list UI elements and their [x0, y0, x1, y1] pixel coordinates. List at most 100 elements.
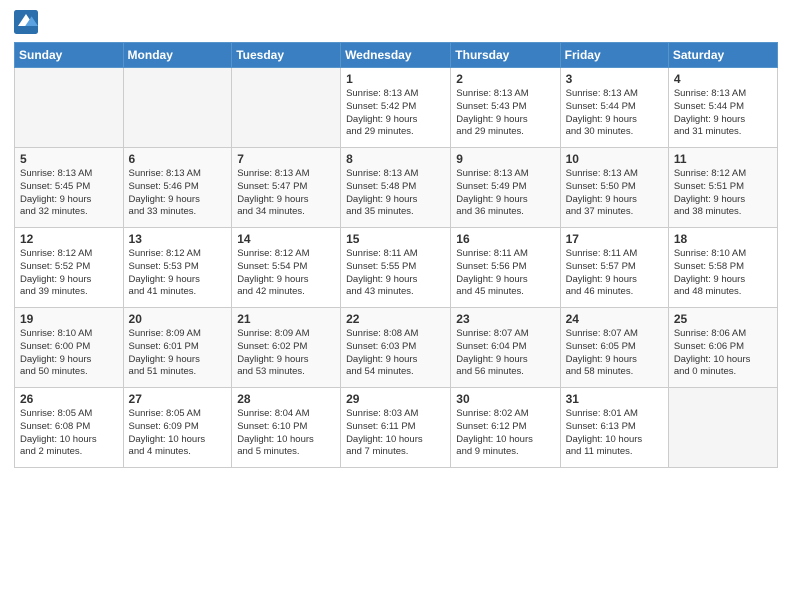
day-info: Sunrise: 8:01 AM Sunset: 6:13 PM Dayligh… [566, 408, 663, 459]
day-info: Sunrise: 8:06 AM Sunset: 6:06 PM Dayligh… [674, 328, 772, 379]
calendar-container: SundayMondayTuesdayWednesdayThursdayFrid… [0, 0, 792, 612]
week-row-2: 5 Sunrise: 8:13 AM Sunset: 5:45 PM Daylig… [15, 148, 778, 228]
day-number: 24 [566, 312, 663, 326]
day-info: Sunrise: 8:03 AM Sunset: 6:11 PM Dayligh… [346, 408, 445, 459]
day-number: 27 [129, 392, 227, 406]
day-info: Sunrise: 8:11 AM Sunset: 5:56 PM Dayligh… [456, 248, 554, 299]
day-info: Sunrise: 8:04 AM Sunset: 6:10 PM Dayligh… [237, 408, 335, 459]
logo [14, 10, 40, 34]
day-cell: 1Sunrise: 8:13 AM Sunset: 5:42 PM Daylig… [341, 68, 451, 148]
day-info: Sunrise: 8:13 AM Sunset: 5:46 PM Dayligh… [129, 168, 227, 219]
week-row-3: 12 Sunrise: 8:12 AM Sunset: 5:52 PM Dayli… [15, 228, 778, 308]
day-info: Sunrise: 8:13 AM Sunset: 5:43 PM Dayligh… [456, 88, 554, 139]
day-info: Sunrise: 8:13 AM Sunset: 5:48 PM Dayligh… [346, 168, 445, 219]
day-number: 12 [20, 232, 118, 246]
day-cell: 2 Sunrise: 8:13 AM Sunset: 5:43 PM Daylig… [451, 68, 560, 148]
logo-icon [14, 10, 38, 34]
weekday-header-saturday: Saturday [668, 43, 777, 68]
weekday-header-friday: Friday [560, 43, 668, 68]
day-cell: 8Sunrise: 8:13 AM Sunset: 5:48 PM Daylig… [341, 148, 451, 228]
day-info: Sunrise: 8:11 AM Sunset: 5:55 PM Dayligh… [346, 248, 445, 299]
day-cell: 16 Sunrise: 8:11 AM Sunset: 5:56 PM Dayli… [451, 228, 560, 308]
day-cell: 19 Sunrise: 8:10 AM Sunset: 6:00 PM Dayli… [15, 308, 124, 388]
day-info: Sunrise: 8:05 AM Sunset: 6:08 PM Dayligh… [20, 408, 118, 459]
day-info: Sunrise: 8:13 AM Sunset: 5:44 PM Dayligh… [566, 88, 663, 139]
day-cell: 23 Sunrise: 8:07 AM Sunset: 6:04 PM Dayli… [451, 308, 560, 388]
day-cell: 27 Sunrise: 8:05 AM Sunset: 6:09 PM Dayli… [123, 388, 232, 468]
day-number: 30 [456, 392, 554, 406]
day-cell: 26 Sunrise: 8:05 AM Sunset: 6:08 PM Dayli… [15, 388, 124, 468]
day-info: Sunrise: 8:05 AM Sunset: 6:09 PM Dayligh… [129, 408, 227, 459]
day-number: 9 [456, 152, 554, 166]
day-info: Sunrise: 8:08 AM Sunset: 6:03 PM Dayligh… [346, 328, 445, 379]
day-number: 31 [566, 392, 663, 406]
day-info: Sunrise: 8:10 AM Sunset: 5:58 PM Dayligh… [674, 248, 772, 299]
header [14, 10, 778, 34]
day-number: 16 [456, 232, 554, 246]
day-cell: 25 Sunrise: 8:06 AM Sunset: 6:06 PM Dayli… [668, 308, 777, 388]
day-info: Sunrise: 8:13 AM Sunset: 5:50 PM Dayligh… [566, 168, 663, 219]
day-number: 2 [456, 72, 554, 86]
day-number: 11 [674, 152, 772, 166]
day-number: 5 [20, 152, 118, 166]
day-cell [123, 68, 232, 148]
day-cell: 22 Sunrise: 8:08 AM Sunset: 6:03 PM Dayli… [341, 308, 451, 388]
day-info: Sunrise: 8:13 AM Sunset: 5:49 PM Dayligh… [456, 168, 554, 219]
day-info: Sunrise: 8:10 AM Sunset: 6:00 PM Dayligh… [20, 328, 118, 379]
weekday-header-row: SundayMondayTuesdayWednesdayThursdayFrid… [15, 43, 778, 68]
day-cell: 12 Sunrise: 8:12 AM Sunset: 5:52 PM Dayli… [15, 228, 124, 308]
day-info: Sunrise: 8:13 AM Sunset: 5:44 PM Dayligh… [674, 88, 772, 139]
day-info: Sunrise: 8:12 AM Sunset: 5:52 PM Dayligh… [20, 248, 118, 299]
day-cell [668, 388, 777, 468]
day-number: 3 [566, 72, 663, 86]
day-number: 4 [674, 72, 772, 86]
day-cell: 7 Sunrise: 8:13 AM Sunset: 5:47 PM Daylig… [232, 148, 341, 228]
day-info: Sunrise: 8:12 AM Sunset: 5:53 PM Dayligh… [129, 248, 227, 299]
day-number: 13 [129, 232, 227, 246]
day-number: 19 [20, 312, 118, 326]
day-cell: 4 Sunrise: 8:13 AM Sunset: 5:44 PM Daylig… [668, 68, 777, 148]
day-cell [15, 68, 124, 148]
day-cell: 10 Sunrise: 8:13 AM Sunset: 5:50 PM Dayli… [560, 148, 668, 228]
day-number: 20 [129, 312, 227, 326]
weekday-header-thursday: Thursday [451, 43, 560, 68]
day-cell: 9 Sunrise: 8:13 AM Sunset: 5:49 PM Daylig… [451, 148, 560, 228]
day-cell: 21 Sunrise: 8:09 AM Sunset: 6:02 PM Dayli… [232, 308, 341, 388]
day-cell: 5 Sunrise: 8:13 AM Sunset: 5:45 PM Daylig… [15, 148, 124, 228]
day-cell: 13 Sunrise: 8:12 AM Sunset: 5:53 PM Dayli… [123, 228, 232, 308]
day-info: Sunrise: 8:07 AM Sunset: 6:04 PM Dayligh… [456, 328, 554, 379]
day-number: 22 [346, 312, 445, 326]
day-cell: 20 Sunrise: 8:09 AM Sunset: 6:01 PM Dayli… [123, 308, 232, 388]
day-cell: 15Sunrise: 8:11 AM Sunset: 5:55 PM Dayli… [341, 228, 451, 308]
week-row-1: 1Sunrise: 8:13 AM Sunset: 5:42 PM Daylig… [15, 68, 778, 148]
weekday-header-tuesday: Tuesday [232, 43, 341, 68]
day-info: Sunrise: 8:13 AM Sunset: 5:47 PM Dayligh… [237, 168, 335, 219]
day-cell: 28Sunrise: 8:04 AM Sunset: 6:10 PM Dayli… [232, 388, 341, 468]
day-number: 6 [129, 152, 227, 166]
day-info: Sunrise: 8:12 AM Sunset: 5:54 PM Dayligh… [237, 248, 335, 299]
day-info: Sunrise: 8:11 AM Sunset: 5:57 PM Dayligh… [566, 248, 663, 299]
calendar-table: SundayMondayTuesdayWednesdayThursdayFrid… [14, 42, 778, 468]
day-number: 1 [346, 72, 445, 86]
day-number: 26 [20, 392, 118, 406]
day-cell: 24Sunrise: 8:07 AM Sunset: 6:05 PM Dayli… [560, 308, 668, 388]
day-cell: 29 Sunrise: 8:03 AM Sunset: 6:11 PM Dayli… [341, 388, 451, 468]
day-cell [232, 68, 341, 148]
day-number: 25 [674, 312, 772, 326]
day-number: 23 [456, 312, 554, 326]
day-cell: 11 Sunrise: 8:12 AM Sunset: 5:51 PM Dayli… [668, 148, 777, 228]
day-number: 17 [566, 232, 663, 246]
day-cell: 17 Sunrise: 8:11 AM Sunset: 5:57 PM Dayli… [560, 228, 668, 308]
day-info: Sunrise: 8:09 AM Sunset: 6:02 PM Dayligh… [237, 328, 335, 379]
day-info: Sunrise: 8:12 AM Sunset: 5:51 PM Dayligh… [674, 168, 772, 219]
day-number: 7 [237, 152, 335, 166]
day-info: Sunrise: 8:09 AM Sunset: 6:01 PM Dayligh… [129, 328, 227, 379]
day-number: 21 [237, 312, 335, 326]
day-number: 18 [674, 232, 772, 246]
day-info: Sunrise: 8:13 AM Sunset: 5:45 PM Dayligh… [20, 168, 118, 219]
day-number: 10 [566, 152, 663, 166]
weekday-header-monday: Monday [123, 43, 232, 68]
day-cell: 30Sunrise: 8:02 AM Sunset: 6:12 PM Dayli… [451, 388, 560, 468]
day-cell: 14Sunrise: 8:12 AM Sunset: 5:54 PM Dayli… [232, 228, 341, 308]
day-number: 29 [346, 392, 445, 406]
